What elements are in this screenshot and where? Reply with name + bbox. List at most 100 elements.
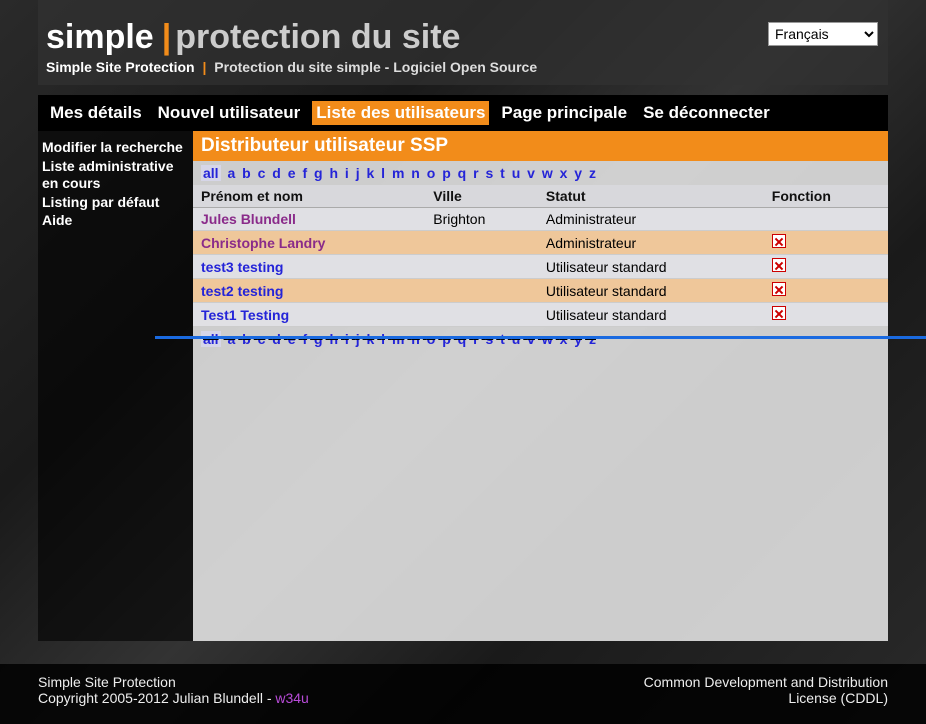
alpha-h[interactable]: h [329,331,338,347]
user-city: Brighton [425,208,538,231]
alpha-s[interactable]: s [485,331,493,347]
alpha-z[interactable]: z [589,331,596,347]
alpha-t[interactable]: t [500,165,505,181]
alpha-all[interactable]: all [201,331,221,347]
table-row: Test1 Testing Utilisateur standard [193,303,888,327]
delete-icon[interactable] [772,258,786,272]
alpha-h[interactable]: h [329,165,338,181]
user-name-link[interactable]: test2 testing [201,283,283,299]
subtitle-right: Protection du site simple - Logiciel Ope… [214,59,537,75]
alpha-q[interactable]: q [458,331,467,347]
user-city [425,231,538,255]
alpha-j[interactable]: j [356,165,360,181]
title-simple: simple [46,18,154,57]
alpha-filter-top: all a b c d e f g h i j k l m n o p q r … [193,161,888,185]
alpha-z[interactable]: z [589,165,596,181]
alpha-q[interactable]: q [458,165,467,181]
alpha-o[interactable]: o [427,165,436,181]
alpha-all[interactable]: all [201,165,221,181]
sidebar: Modifier la rechercheListe administrativ… [38,131,193,641]
alpha-a[interactable]: a [227,331,235,347]
language-select[interactable]: Français [768,22,878,46]
nav-item-4[interactable]: Se déconnecter [639,101,774,125]
user-status: Utilisateur standard [538,303,764,327]
alpha-u[interactable]: u [512,331,521,347]
user-status: Utilisateur standard [538,255,764,279]
nav-item-1[interactable]: Nouvel utilisateur [154,101,305,125]
alpha-l[interactable]: l [381,331,385,347]
alpha-n[interactable]: n [411,331,420,347]
alpha-c[interactable]: c [258,165,266,181]
alpha-x[interactable]: x [560,331,568,347]
alpha-m[interactable]: m [392,165,404,181]
alpha-r[interactable]: r [473,331,478,347]
subtitle-separator: | [202,59,206,75]
col-status[interactable]: Statut [538,185,764,208]
sidebar-item-0[interactable]: Modifier la recherche [42,139,189,157]
alpha-c[interactable]: c [258,331,266,347]
alpha-t[interactable]: t [500,331,505,347]
alpha-d[interactable]: d [272,165,281,181]
sidebar-item-3[interactable]: Aide [42,212,189,230]
alpha-f[interactable]: f [302,165,307,181]
footer-product: Simple Site Protection [38,674,309,690]
alpha-b[interactable]: b [242,165,251,181]
alpha-l[interactable]: l [381,165,385,181]
alpha-n[interactable]: n [411,165,420,181]
alpha-p[interactable]: p [442,331,451,347]
user-name-link[interactable]: Christophe Landry [201,235,325,251]
subtitle-left: Simple Site Protection [46,59,195,75]
user-city [425,255,538,279]
alpha-i[interactable]: i [345,165,349,181]
delete-icon[interactable] [772,306,786,320]
alpha-r[interactable]: r [473,165,478,181]
alpha-y[interactable]: y [574,165,582,181]
delete-icon[interactable] [772,234,786,248]
table-row: Christophe Landry Administrateur [193,231,888,255]
alpha-k[interactable]: k [366,331,374,347]
alpha-g[interactable]: g [314,331,323,347]
alpha-v[interactable]: v [527,165,535,181]
footer-license: Common Development and Distribution Lice… [608,674,888,706]
alpha-w[interactable]: w [542,165,553,181]
alpha-i[interactable]: i [345,331,349,347]
alpha-v[interactable]: v [527,331,535,347]
alpha-x[interactable]: x [560,165,568,181]
alpha-p[interactable]: p [442,165,451,181]
alpha-k[interactable]: k [366,165,374,181]
alpha-e[interactable]: e [288,165,296,181]
alpha-g[interactable]: g [314,165,323,181]
alpha-b[interactable]: b [242,331,251,347]
footer-copyright: Copyright 2005-2012 Julian Blundell - [38,690,275,706]
alpha-m[interactable]: m [392,331,404,347]
user-name-link[interactable]: test3 testing [201,259,283,275]
user-status: Administrateur [538,231,764,255]
alpha-a[interactable]: a [227,165,235,181]
nav-item-3[interactable]: Page principale [497,101,631,125]
table-row: test2 testingUtilisateur standard [193,279,888,303]
alpha-e[interactable]: e [288,331,296,347]
alpha-u[interactable]: u [512,165,521,181]
nav-item-0[interactable]: Mes détails [46,101,146,125]
alpha-f[interactable]: f [302,331,307,347]
title-rest: protection du site [175,18,460,57]
user-name-link[interactable]: Jules Blundell [201,211,296,227]
col-city[interactable]: Ville [425,185,538,208]
title-separator: | [162,18,172,57]
alpha-w[interactable]: w [542,331,553,347]
alpha-o[interactable]: o [427,331,436,347]
user-city [425,279,538,303]
user-name-link[interactable]: Test1 Testing [201,307,289,323]
sidebar-item-1[interactable]: Liste administrative en cours [42,158,189,193]
alpha-d[interactable]: d [272,331,281,347]
delete-icon[interactable] [772,282,786,296]
footer-link[interactable]: w34u [275,690,308,706]
sidebar-item-2[interactable]: Listing par défaut [42,194,189,212]
alpha-j[interactable]: j [356,331,360,347]
alpha-y[interactable]: y [574,331,582,347]
nav-item-2[interactable]: Liste des utilisateurs [312,101,489,125]
panel-title: Distributeur utilisateur SSP [193,131,888,161]
col-name[interactable]: Prénom et nom [193,185,425,208]
alpha-s[interactable]: s [485,165,493,181]
col-action[interactable]: Fonction [764,185,888,208]
